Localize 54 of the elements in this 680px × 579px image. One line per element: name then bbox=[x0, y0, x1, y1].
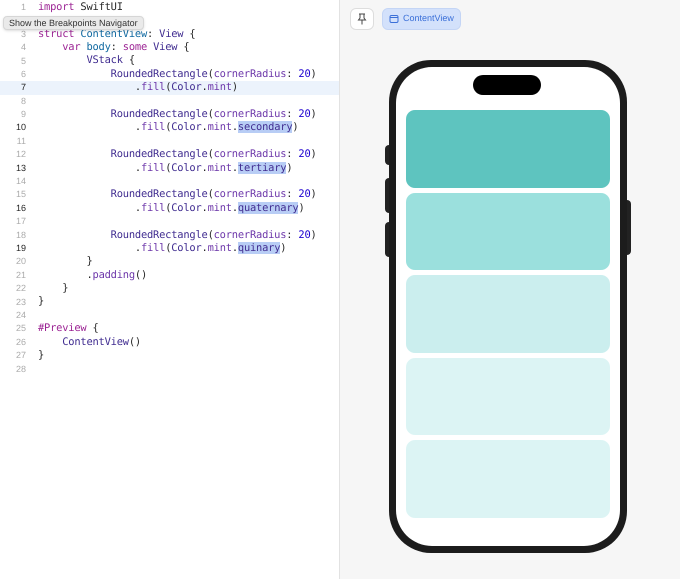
code-line: RoundedRectangle(cornerRadius: 20) bbox=[110, 107, 317, 122]
line-number: 21 bbox=[14, 268, 27, 282]
line-number: 8 bbox=[20, 94, 27, 108]
code-line: } bbox=[38, 294, 44, 310]
line-number: 9 bbox=[20, 108, 27, 122]
line-number: 3 bbox=[20, 28, 27, 41]
line-number: 12 bbox=[14, 148, 27, 162]
code-line: VStack { bbox=[85, 53, 135, 68]
line-number: 20 bbox=[14, 255, 27, 268]
line-number: 27 bbox=[14, 349, 27, 362]
line-number: 10 bbox=[14, 121, 27, 134]
pin-button[interactable] bbox=[350, 8, 374, 30]
line-number: 16 bbox=[14, 202, 27, 215]
code-line: RoundedRectangle(cornerRadius: 20) bbox=[110, 228, 317, 243]
line-number: 23 bbox=[14, 296, 27, 309]
line-number: 13 bbox=[14, 162, 27, 175]
device-icon bbox=[389, 14, 399, 24]
line-number: 15 bbox=[14, 188, 27, 202]
line-number: 28 bbox=[14, 362, 27, 376]
code-line: } bbox=[61, 281, 68, 296]
dynamic-island bbox=[473, 75, 541, 95]
line-number: 4 bbox=[20, 41, 27, 54]
pin-icon bbox=[357, 13, 367, 25]
preview-tab[interactable]: ContentView bbox=[382, 8, 461, 30]
line-number: 6 bbox=[20, 68, 27, 81]
tooltip: Show the Breakpoints Navigator bbox=[3, 16, 144, 30]
code-line: var body: some View { bbox=[61, 40, 190, 55]
code-line: .fill(Color.mint.secondary) bbox=[134, 120, 298, 136]
code-line: struct ContentView: View { bbox=[38, 28, 196, 42]
line-number: 24 bbox=[14, 308, 27, 322]
code-line: import SwiftUI bbox=[38, 0, 123, 15]
line-number: 26 bbox=[14, 336, 27, 349]
line-number: 5 bbox=[20, 54, 27, 68]
code-line: #Preview { bbox=[38, 321, 99, 336]
line-number: 22 bbox=[14, 282, 27, 296]
code-line: .fill(Color.mint) bbox=[134, 80, 238, 96]
code-line: RoundedRectangle(cornerRadius: 20) bbox=[110, 147, 317, 162]
code-line: .fill(Color.mint.quinary) bbox=[134, 240, 286, 256]
code-line: } bbox=[38, 348, 44, 364]
code-line: } bbox=[85, 254, 93, 270]
line-number: 14 bbox=[14, 175, 27, 188]
code-line: ContentView() bbox=[61, 334, 141, 350]
line-number: 17 bbox=[14, 215, 27, 228]
line-number: 1 bbox=[20, 0, 27, 14]
code-line: .fill(Color.mint.quaternary) bbox=[134, 200, 305, 216]
code-line: RoundedRectangle(cornerRadius: 20) bbox=[110, 187, 317, 202]
line-number: 25 bbox=[14, 322, 27, 336]
line-number: 18 bbox=[14, 228, 27, 242]
code-line: RoundedRectangle(cornerRadius: 20) bbox=[110, 66, 317, 82]
code-line: .padding() bbox=[85, 268, 148, 283]
code-line: .fill(Color.mint.tertiary) bbox=[134, 160, 292, 176]
line-number: 11 bbox=[16, 134, 27, 148]
line-number: 7 bbox=[20, 81, 27, 94]
line-number: 19 bbox=[14, 242, 27, 255]
